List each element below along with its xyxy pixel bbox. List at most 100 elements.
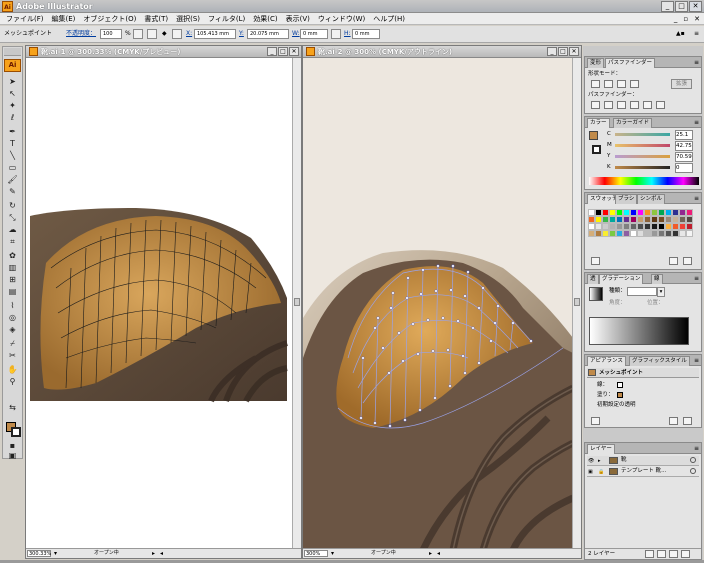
appearance-fill-swatch[interactable] (617, 392, 623, 398)
color-swatch[interactable] (630, 209, 637, 216)
color-swatch[interactable] (602, 216, 609, 223)
new-layer-icon[interactable] (669, 550, 678, 558)
color-swatch[interactable] (651, 223, 658, 230)
swatch-library-icon[interactable] (591, 257, 600, 265)
color-swatch[interactable] (672, 223, 679, 230)
screen-mode-icon[interactable]: ▣ (6, 450, 19, 461)
lock-icon[interactable]: 🔒 (598, 468, 606, 475)
color-swatch[interactable] (644, 209, 651, 216)
color-swatch[interactable] (595, 230, 602, 237)
tab-layers[interactable]: レイヤー (587, 444, 615, 454)
color-spectrum-bar[interactable] (589, 177, 699, 185)
graph-tool-icon[interactable]: ▥ (6, 262, 19, 273)
layer-row[interactable]: 👁 ▸ 靴 (587, 456, 699, 466)
doc-left-close-button[interactable]: ✕ (289, 47, 299, 56)
new-sublayer-icon[interactable] (657, 550, 666, 558)
yellow-value[interactable]: 70.59 (675, 152, 693, 162)
warp-tool-icon[interactable]: ☁ (6, 224, 19, 235)
divide-icon[interactable] (591, 101, 600, 109)
minimize-doc-icon[interactable]: _ (674, 14, 678, 24)
swatches-panel-menu-icon[interactable]: ≡ (694, 194, 699, 203)
menu-select[interactable]: 選択(S) (172, 13, 204, 25)
close-button[interactable]: ✕ (689, 1, 702, 12)
cyan-slider[interactable] (615, 133, 670, 136)
color-swatch[interactable] (630, 230, 637, 237)
color-swatch[interactable] (609, 216, 616, 223)
gradient-type-dropdown-icon[interactable]: ▾ (657, 287, 665, 297)
layer-target-icon[interactable] (690, 457, 696, 463)
scissors-icon[interactable]: ✂ (6, 350, 19, 361)
doc-left-minimize-button[interactable]: _ (267, 47, 277, 56)
color-swatch[interactable] (665, 209, 672, 216)
recolor-icon[interactable] (147, 29, 157, 39)
color-swatch[interactable] (644, 223, 651, 230)
layer-name[interactable]: テンプレート 靴... (621, 467, 666, 476)
menu-edit[interactable]: 編集(E) (48, 13, 80, 25)
zoom-tool-icon[interactable]: ⚲ (6, 376, 19, 387)
doc-right-title-bar[interactable]: 靴.ai-2 @ 300% (CMYK/アウトライン) _ □ ✕ (303, 46, 581, 58)
color-swatch[interactable] (609, 230, 616, 237)
color-swatch[interactable] (651, 216, 658, 223)
doc-right-close-button[interactable]: ✕ (569, 47, 579, 56)
menu-help[interactable]: ヘルプ(H) (369, 13, 409, 25)
color-swatch[interactable] (616, 230, 623, 237)
color-swatch[interactable] (616, 209, 623, 216)
menu-object[interactable]: オブジェクト(O) (79, 13, 140, 25)
color-swatch[interactable] (665, 230, 672, 237)
duplicate-item-icon[interactable] (669, 417, 678, 425)
reference-point-icon[interactable]: ◆ (162, 29, 167, 39)
eyedropper-icon[interactable]: ⌇ (6, 300, 19, 311)
selection-tool-icon[interactable]: ➤ (6, 76, 19, 87)
color-swatch[interactable] (616, 216, 623, 223)
paintbrush-icon[interactable]: 🖌 (6, 174, 19, 185)
close-doc-icon[interactable]: ✕ (694, 14, 700, 24)
menu-effect[interactable]: 効果(C) (249, 13, 281, 25)
unite-icon[interactable] (591, 80, 600, 88)
doc-left-scroll-thumb[interactable] (294, 298, 300, 306)
opacity-label[interactable]: 不透明度： (66, 29, 96, 39)
color-swatch[interactable] (658, 209, 665, 216)
layer-row[interactable]: ▣ 🔒 テンプレート 靴... (587, 467, 699, 477)
black-slider[interactable] (615, 166, 670, 169)
delete-layer-icon[interactable] (681, 550, 690, 558)
delete-item-icon[interactable] (683, 417, 692, 425)
color-swatch[interactable] (595, 216, 602, 223)
rotate-tool-icon[interactable]: ↻ (6, 200, 19, 211)
color-swatch[interactable] (651, 209, 658, 216)
pathfinder-panel-menu-icon[interactable]: ≡ (694, 58, 699, 67)
expand-button[interactable]: 拡張 (671, 79, 693, 89)
color-swatch[interactable] (595, 223, 602, 230)
appearance-panel-menu-icon[interactable]: ≡ (694, 356, 699, 365)
doc-right-maximize-button[interactable]: □ (558, 47, 568, 56)
doc-left-status-arrow-icon[interactable]: ▸ (152, 550, 155, 558)
color-swatch[interactable] (623, 209, 630, 216)
doc-left-zoom-field[interactable]: 300.33% (27, 550, 51, 557)
magenta-slider[interactable] (615, 144, 670, 147)
minimize-button[interactable]: _ (661, 1, 674, 12)
tab-graphic-styles[interactable]: グラフィックスタイル (629, 356, 690, 366)
tab-symbols[interactable]: シンボル (637, 194, 666, 204)
doc-left-zoom-dropdown-icon[interactable]: ▾ (54, 550, 57, 558)
tab-color-guide[interactable]: カラーガイド (613, 118, 653, 128)
delete-swatch-icon[interactable] (683, 257, 692, 265)
appearance-fill-label[interactable]: 塗り： (597, 391, 614, 399)
x-input[interactable]: 105.413 mm (194, 29, 236, 39)
magic-wand-icon[interactable]: ✦ (6, 100, 19, 111)
color-swatch[interactable] (658, 230, 665, 237)
gradient-tool-icon[interactable]: ▤ (6, 286, 19, 297)
constrain-proportions-icon[interactable] (331, 29, 341, 39)
yellow-slider[interactable] (615, 155, 670, 158)
doc-right-scroll-left-icon[interactable]: ◂ (437, 550, 440, 558)
type-tool-icon[interactable]: T (6, 138, 19, 149)
color-swatch[interactable] (686, 230, 693, 237)
color-swatch[interactable] (658, 223, 665, 230)
doc-right-zoom-dropdown-icon[interactable]: ▾ (331, 550, 334, 558)
canvas-right[interactable] (303, 58, 573, 550)
doc-left-scroll-left-icon[interactable]: ◂ (160, 550, 163, 558)
color-swatch[interactable] (595, 209, 602, 216)
color-panel-menu-icon[interactable]: ≡ (694, 118, 699, 127)
doc-left-vertical-scrollbar[interactable] (292, 58, 301, 548)
menu-window[interactable]: ウィンドウ(W) (314, 13, 369, 25)
opacity-dropdown-icon[interactable] (133, 29, 143, 39)
minus-back-icon[interactable] (656, 101, 665, 109)
